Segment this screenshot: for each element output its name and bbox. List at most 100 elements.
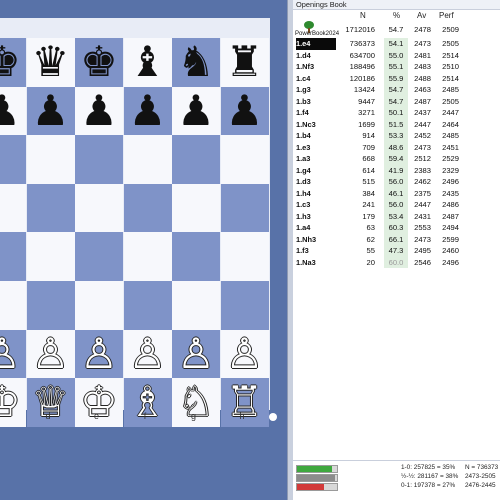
board-square[interactable] <box>26 232 75 281</box>
board-square[interactable] <box>0 232 26 281</box>
board-square[interactable] <box>0 281 26 330</box>
move-row[interactable]: 1.e3 709 48.6 2473 2451 <box>293 141 500 153</box>
move-row[interactable]: 1.c4 120186 55.9 2488 2514 <box>293 72 500 84</box>
board-square[interactable]: ♟ <box>26 86 75 136</box>
black-piece-icon[interactable]: ♞ <box>177 41 215 83</box>
board-square[interactable] <box>172 135 220 184</box>
board-square[interactable]: ♝ <box>123 38 172 87</box>
book-source-n: 1712016 <box>345 25 375 34</box>
book-source-row[interactable]: PowerBook2024 1712016 54.7 2478 2509 <box>293 21 500 37</box>
board-square[interactable] <box>220 135 269 184</box>
black-piece-icon[interactable]: ♟ <box>226 89 264 132</box>
move-score-pct: 54.1 <box>384 38 408 50</box>
board-square[interactable] <box>220 281 269 330</box>
move-count: 9447 <box>358 96 375 106</box>
elo-range-text-2: 2476-2445 <box>465 482 496 489</box>
board-square[interactable]: ♙ <box>0 329 26 379</box>
board-square[interactable] <box>172 183 220 233</box>
book-source-pct: 54.7 <box>388 25 404 34</box>
board-square[interactable]: ♛ <box>26 38 75 87</box>
black-piece-icon[interactable]: ♟ <box>32 89 70 132</box>
board-square[interactable]: ♟ <box>172 86 220 136</box>
board-square[interactable] <box>75 135 123 184</box>
white-piece-icon[interactable]: ♙ <box>32 332 70 375</box>
black-piece-icon[interactable]: ♟ <box>129 89 167 132</box>
white-piece-icon[interactable]: ♙ <box>226 332 264 375</box>
board-square[interactable] <box>172 281 220 330</box>
board-square[interactable] <box>0 135 26 184</box>
board-square[interactable] <box>123 135 172 184</box>
board-square[interactable]: ♚ <box>0 38 26 87</box>
move-row[interactable]: 1.Nf3 188496 55.1 2483 2510 <box>293 61 500 73</box>
black-piece-icon[interactable]: ♟ <box>80 89 118 132</box>
header-n[interactable]: N <box>360 11 366 20</box>
board-square[interactable] <box>75 281 123 330</box>
board-square[interactable] <box>26 135 75 184</box>
board-square[interactable] <box>75 183 123 233</box>
board-square[interactable]: ♜ <box>220 38 269 87</box>
move-row[interactable]: 1.b4 914 53.3 2452 2485 <box>293 130 500 142</box>
move-performance: 2435 <box>442 188 459 198</box>
move-row[interactable]: 1.f3 55 47.3 2495 2460 <box>293 245 500 257</box>
move-row[interactable]: 1.c3 241 56.0 2447 2486 <box>293 199 500 211</box>
black-piece-icon[interactable]: ♟ <box>177 89 215 132</box>
board-square[interactable]: ♟ <box>123 86 172 136</box>
black-piece-icon[interactable]: ♚ <box>80 41 118 83</box>
black-wins-bar-fill <box>297 484 324 490</box>
black-piece-icon[interactable]: ♜ <box>226 41 264 83</box>
draws-bar <box>296 474 338 482</box>
board-square[interactable]: ♙ <box>220 329 269 379</box>
board-square[interactable] <box>220 232 269 281</box>
move-row[interactable]: 1.b3 9447 54.7 2487 2505 <box>293 95 500 107</box>
black-piece-icon[interactable]: ♚ <box>0 41 21 83</box>
board-square[interactable]: ♞ <box>172 38 220 87</box>
black-piece-icon[interactable]: ♛ <box>32 41 70 83</box>
move-performance: 2485 <box>442 131 459 140</box>
board-square[interactable] <box>123 232 172 281</box>
board-square[interactable] <box>123 183 172 233</box>
move-row[interactable]: 1.a3 668 59.4 2512 2529 <box>293 153 500 165</box>
board-square[interactable]: ♟ <box>220 86 269 136</box>
move-row[interactable]: 1.d3 515 56.0 2462 2496 <box>293 176 500 188</box>
move-row[interactable]: 1.a4 63 60.3 2553 2494 <box>293 222 500 234</box>
board-square[interactable] <box>172 232 220 281</box>
move-row[interactable]: 1.g3 13424 54.7 2463 2485 <box>293 84 500 96</box>
board-square[interactable] <box>75 232 123 281</box>
move-row[interactable]: 1.Na3 20 60.0 2546 2496 <box>293 256 500 268</box>
board-square[interactable]: ♙ <box>75 329 123 379</box>
board-square[interactable]: ♟ <box>0 86 26 136</box>
move-row[interactable]: 1.h4 384 46.1 2375 2435 <box>293 187 500 199</box>
move-row[interactable]: 1.g4 614 41.9 2383 2329 <box>293 164 500 176</box>
board-square[interactable]: ♟ <box>75 86 123 136</box>
board-square[interactable] <box>26 281 75 330</box>
header-av[interactable]: Av <box>417 11 426 20</box>
white-piece-icon[interactable]: ♙ <box>129 332 167 375</box>
move-score-pct: 56.0 <box>384 199 408 211</box>
move-row[interactable]: 1.e4 736373 54.1 2473 2505 <box>293 38 500 50</box>
move-count: 914 <box>362 131 375 140</box>
move-row[interactable]: 1.d4 634700 55.0 2481 2514 <box>293 49 500 61</box>
move-score-pct: 59.4 <box>384 153 408 165</box>
white-piece-icon[interactable]: ♙ <box>0 332 21 375</box>
header-perf[interactable]: Perf <box>439 11 454 20</box>
black-piece-icon[interactable]: ♝ <box>129 41 167 83</box>
board-square[interactable]: ♙ <box>172 329 220 379</box>
white-piece-icon[interactable]: ♙ <box>80 332 118 375</box>
openings-book-titlebar: Openings Book <box>293 0 500 10</box>
board-square[interactable]: ♙ <box>26 329 75 379</box>
move-row[interactable]: 1.Nc3 1699 51.5 2447 2464 <box>293 118 500 130</box>
move-row[interactable]: 1.Nh3 62 66.1 2473 2599 <box>293 233 500 245</box>
header-pct[interactable]: % <box>393 11 400 20</box>
board-square[interactable]: ♚ <box>75 38 123 87</box>
chessboard[interactable]: ♚ ♛ ♚ ♝ ♞ ♜ ♟ ♟ ♟ ♟ ♟ ♟ ♙ ♙ ♙ ♙ ♙ ♙ ♔ ♕ ♔ ♗ ♘ ♖ <box>0 38 269 427</box>
board-square[interactable] <box>26 183 75 233</box>
move-score-pct: 50.1 <box>384 107 408 119</box>
board-square[interactable]: ♙ <box>123 329 172 379</box>
board-square[interactable] <box>123 281 172 330</box>
black-piece-icon[interactable]: ♟ <box>0 89 21 132</box>
board-square[interactable] <box>220 183 269 233</box>
white-piece-icon[interactable]: ♙ <box>177 332 215 375</box>
board-square[interactable] <box>0 183 26 233</box>
move-row[interactable]: 1.f4 3271 50.1 2437 2447 <box>293 107 500 119</box>
move-row[interactable]: 1.h3 179 53.4 2431 2487 <box>293 210 500 222</box>
